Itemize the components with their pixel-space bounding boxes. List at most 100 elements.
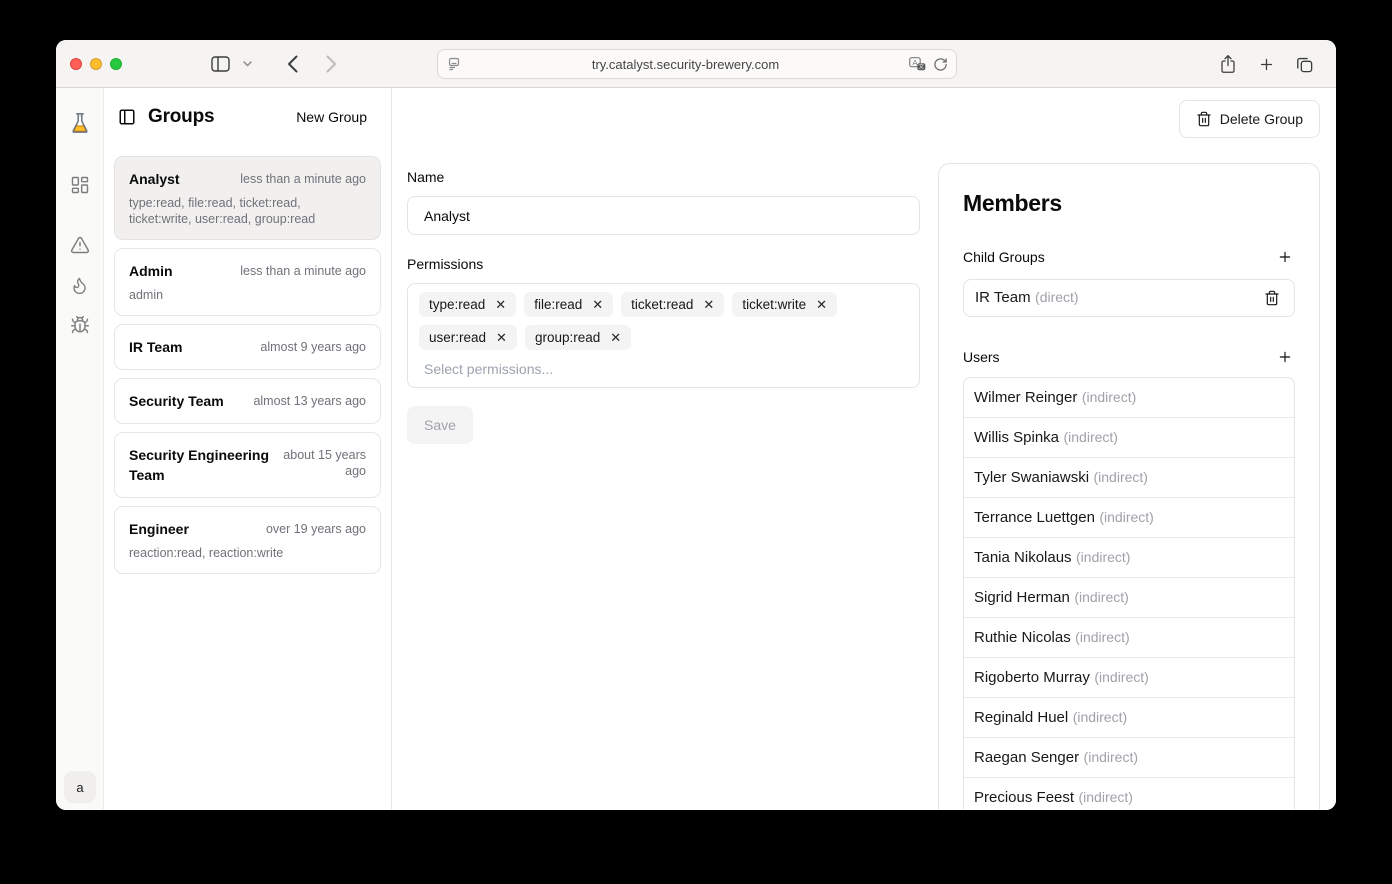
group-name: Analyst <box>129 169 180 189</box>
group-updated-time: over 19 years ago <box>266 519 366 539</box>
permission-tag: user:read ✕ <box>419 325 517 350</box>
new-group-button[interactable]: New Group <box>296 109 367 125</box>
chevron-down-icon[interactable] <box>238 50 256 78</box>
group-updated-time: almost 13 years ago <box>253 391 366 411</box>
user-membership-type: (indirect) <box>1094 669 1148 685</box>
user-row: Terrance Luettgen (indirect) <box>964 498 1294 538</box>
permission-tag-label: type:read <box>429 297 485 312</box>
translate-icon[interactable]: A文 <box>909 57 926 72</box>
permissions-select[interactable]: type:read ✕ file:read✕ ticket:read ✕ ticke… <box>407 283 920 388</box>
remove-permission-icon[interactable]: ✕ <box>496 331 507 344</box>
permission-tag: type:read ✕ <box>419 292 516 317</box>
url-text: try.catalyst.security-brewery.com <box>462 57 909 72</box>
group-card-analyst[interactable]: Analyst less than a minute ago type:read… <box>114 156 381 240</box>
trash-icon <box>1196 111 1212 127</box>
svg-text:A: A <box>912 58 917 67</box>
user-name: Wilmer Reinger <box>974 389 1077 406</box>
tabs-overview-icon[interactable] <box>1290 50 1318 78</box>
group-permissions-summary: admin <box>129 287 366 303</box>
bug-icon[interactable] <box>67 312 93 338</box>
permission-tag: ticket:read ✕ <box>621 292 724 317</box>
permission-tag-label: group:read <box>535 330 600 345</box>
flask-logo[interactable] <box>67 110 93 136</box>
remove-permission-icon[interactable]: ✕ <box>592 298 603 311</box>
avatar[interactable]: a <box>64 771 96 803</box>
flame-icon[interactable] <box>67 272 93 298</box>
group-card-admin[interactable]: Admin less than a minute ago admin <box>114 248 381 316</box>
user-row: Reginald Huel (indirect) <box>964 698 1294 738</box>
permission-tag-label: ticket:read <box>631 297 693 312</box>
save-button[interactable]: Save <box>407 406 473 444</box>
permission-tag: ticket:write✕ <box>732 292 837 317</box>
permission-tag-label: user:read <box>429 330 486 345</box>
group-card-security-team[interactable]: Security Team almost 13 years ago <box>114 378 381 424</box>
user-row: Raegan Senger (indirect) <box>964 738 1294 778</box>
group-updated-time: less than a minute ago <box>240 169 366 189</box>
new-tab-icon[interactable] <box>1252 50 1280 78</box>
sidebar-toggle-icon[interactable] <box>206 50 234 78</box>
address-bar[interactable]: try.catalyst.security-brewery.com A文 <box>437 49 957 79</box>
permissions-placeholder: Select permissions... <box>424 361 908 377</box>
child-group-type: (direct) <box>1035 289 1079 305</box>
site-page-icon <box>446 56 462 72</box>
close-window-button[interactable] <box>70 58 82 70</box>
user-row: Tyler Swaniawski (indirect) <box>964 458 1294 498</box>
permission-tag: file:read✕ <box>524 292 613 317</box>
group-name: Security Team <box>129 391 224 411</box>
back-icon[interactable] <box>278 50 306 78</box>
user-membership-type: (indirect) <box>1073 709 1127 725</box>
reload-icon[interactable] <box>933 57 948 72</box>
remove-permission-icon[interactable]: ✕ <box>610 331 621 344</box>
minimize-window-button[interactable] <box>90 58 102 70</box>
group-name: IR Team <box>129 337 182 357</box>
user-name: Willis Spinka <box>974 429 1059 446</box>
remove-child-group-button[interactable] <box>1262 288 1282 308</box>
traffic-lights <box>70 58 122 70</box>
alert-triangle-icon[interactable] <box>67 232 93 258</box>
delete-group-label: Delete Group <box>1220 111 1303 127</box>
browser-toolbar: try.catalyst.security-brewery.com A文 <box>56 40 1336 88</box>
user-row: Willis Spinka (indirect) <box>964 418 1294 458</box>
name-input[interactable] <box>407 196 920 235</box>
user-name: Tyler Swaniawski <box>974 469 1089 486</box>
user-name: Reginald Huel <box>974 709 1068 726</box>
user-name: Terrance Luettgen <box>974 509 1095 526</box>
group-permissions-summary: reaction:read, reaction:write <box>129 545 366 561</box>
child-group-row: IR Team (direct) <box>963 279 1295 317</box>
users-label: Users <box>963 349 1000 365</box>
dashboard-icon[interactable] <box>67 172 93 198</box>
svg-text:文: 文 <box>919 62 925 70</box>
user-membership-type: (indirect) <box>1076 549 1130 565</box>
user-name: Rigoberto Murray <box>974 669 1090 686</box>
group-card-engineer[interactable]: Engineer over 19 years ago reaction:read… <box>114 506 381 574</box>
user-membership-type: (indirect) <box>1084 749 1138 765</box>
add-child-group-button[interactable] <box>1275 247 1295 267</box>
name-label: Name <box>407 169 920 185</box>
user-membership-type: (indirect) <box>1094 469 1148 485</box>
user-name: Precious Feest <box>974 789 1074 806</box>
user-row: Sigrid Herman (indirect) <box>964 578 1294 618</box>
remove-permission-icon[interactable]: ✕ <box>703 298 714 311</box>
user-row: Tania Nikolaus (indirect) <box>964 538 1294 578</box>
user-membership-type: (indirect) <box>1099 509 1153 525</box>
add-user-button[interactable] <box>1275 347 1295 367</box>
remove-permission-icon[interactable]: ✕ <box>816 298 827 311</box>
browser-window: try.catalyst.security-brewery.com A文 <box>56 40 1336 810</box>
group-card-ir-team[interactable]: IR Team almost 9 years ago <box>114 324 381 370</box>
user-membership-type: (indirect) <box>1075 629 1129 645</box>
group-name: Security Engineering Team <box>129 445 272 485</box>
delete-group-button[interactable]: Delete Group <box>1179 100 1320 138</box>
forward-icon[interactable] <box>317 50 345 78</box>
group-list: Analyst less than a minute ago type:read… <box>104 146 391 574</box>
zoom-window-button[interactable] <box>110 58 122 70</box>
permissions-label: Permissions <box>407 256 920 272</box>
group-card-security-engineering-team[interactable]: Security Engineering Team about 15 years… <box>114 432 381 498</box>
user-row: Rigoberto Murray (indirect) <box>964 658 1294 698</box>
panel-toggle-icon[interactable] <box>118 108 136 126</box>
user-row: Ruthie Nicolas (indirect) <box>964 618 1294 658</box>
user-membership-type: (indirect) <box>1063 429 1117 445</box>
user-name: Sigrid Herman <box>974 589 1070 606</box>
share-icon[interactable] <box>1214 50 1242 78</box>
remove-permission-icon[interactable]: ✕ <box>495 298 506 311</box>
user-membership-type: (indirect) <box>1079 789 1133 805</box>
